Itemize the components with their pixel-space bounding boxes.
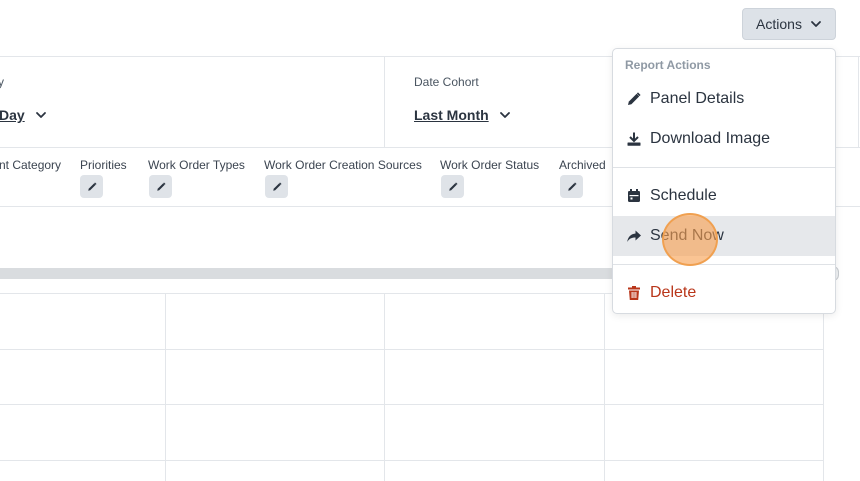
date-cohort-label: Date Cohort <box>414 75 479 89</box>
grid-line <box>384 294 385 481</box>
grid-line <box>604 294 605 481</box>
menu-divider <box>613 167 835 168</box>
chevron-down-icon <box>499 112 510 118</box>
menu-item-label: Panel Details <box>650 90 745 107</box>
column-header: Work Order Creation Sources <box>264 158 422 172</box>
actions-button[interactable]: Actions <box>742 8 836 40</box>
group-by-dropdown[interactable]: Day <box>0 107 47 123</box>
grid-line <box>165 294 166 481</box>
edit-work-order-status-button[interactable] <box>441 175 464 198</box>
send-now-menu-item[interactable]: Send Now <box>613 216 835 256</box>
actions-button-label: Actions <box>756 16 802 32</box>
download-image-menu-item[interactable]: Download Image <box>613 119 835 159</box>
pencil-icon <box>448 181 458 191</box>
pencil-icon <box>272 181 282 191</box>
delete-menu-item[interactable]: Delete <box>613 273 835 313</box>
chevron-down-icon <box>811 21 821 27</box>
pencil-icon <box>628 92 641 105</box>
filter-date-cohort: Date Cohort Last Month <box>385 57 615 148</box>
column-header: nt Category <box>0 158 62 172</box>
chevron-down-icon <box>35 112 46 118</box>
chart-grid <box>0 293 824 481</box>
edit-priorities-button[interactable] <box>80 175 103 198</box>
column-header: Priorities <box>80 158 127 172</box>
pencil-icon <box>87 181 97 191</box>
pencil-icon <box>567 181 577 191</box>
menu-item-label: Download Image <box>650 130 771 147</box>
menu-item-label: Send Now <box>650 227 724 244</box>
column-header: Work Order Status <box>440 158 540 172</box>
date-cohort-value: Last Month <box>414 107 489 123</box>
trash-icon <box>628 286 640 300</box>
menu-divider <box>613 264 835 265</box>
edit-creation-sources-button[interactable] <box>265 175 288 198</box>
download-icon <box>627 132 641 146</box>
share-icon <box>627 230 641 242</box>
report-actions-menu: Report Actions Panel Details Download Im… <box>612 48 836 314</box>
menu-item-label: Schedule <box>650 187 717 204</box>
grid-line <box>0 404 824 405</box>
edit-archived-button[interactable] <box>560 175 583 198</box>
column-header: Work Order Types <box>148 158 245 172</box>
menu-header: Report Actions <box>625 58 711 72</box>
group-by-value: Day <box>0 107 25 123</box>
schedule-menu-item[interactable]: Schedule <box>613 176 835 216</box>
edit-work-order-types-button[interactable] <box>149 175 172 198</box>
filter-label: y <box>0 75 4 89</box>
filter-group-by: y Day <box>0 57 385 148</box>
column-header: Archived <box>559 158 606 172</box>
grid-line <box>823 294 824 481</box>
pencil-icon <box>156 181 166 191</box>
calendar-icon <box>628 189 640 202</box>
date-cohort-dropdown[interactable]: Last Month <box>414 107 511 123</box>
grid-line <box>0 460 824 461</box>
panel-details-menu-item[interactable]: Panel Details <box>613 79 835 119</box>
menu-item-label: Delete <box>650 284 697 301</box>
grid-line <box>0 349 824 350</box>
